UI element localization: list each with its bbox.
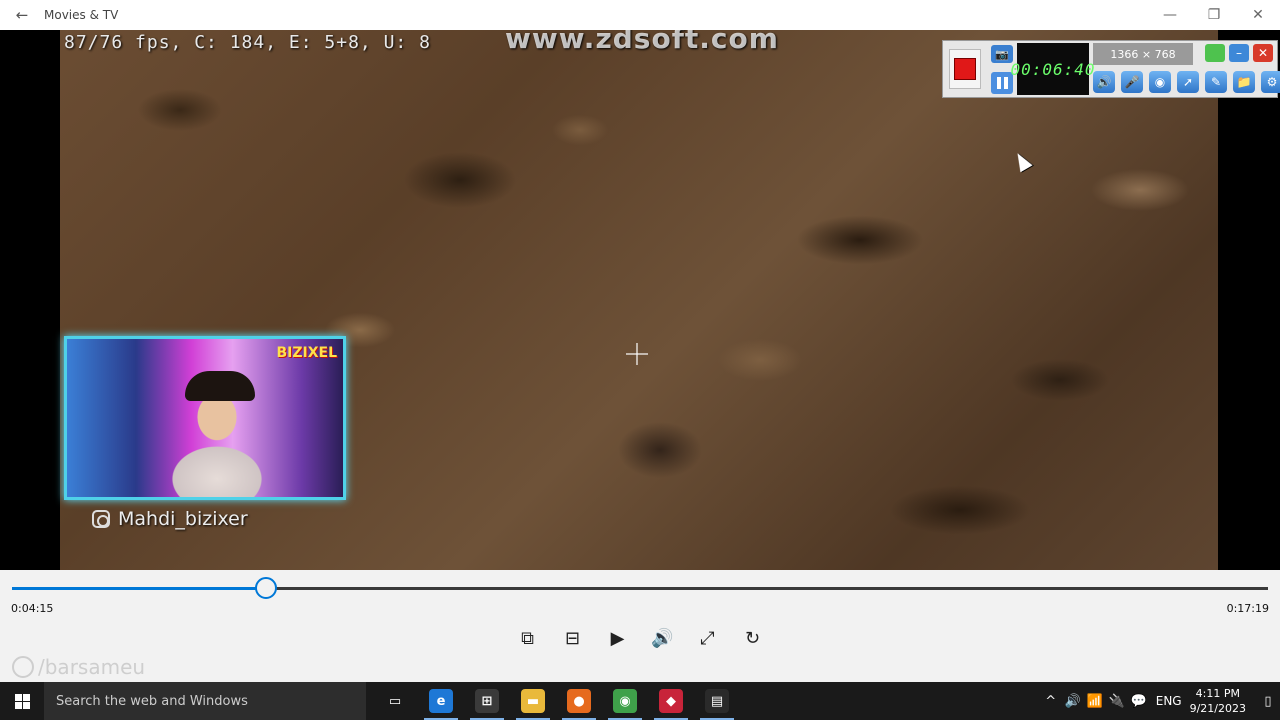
window-controls: — ❐ ✕: [1148, 0, 1280, 30]
webcam-icon[interactable]: ◉: [1149, 71, 1171, 93]
store-icon: ⊞: [475, 689, 499, 713]
pinned-apps: ▭ e ⊞ ▬ ● ◉ ◆ ▤: [372, 682, 740, 720]
pause-icon: [996, 77, 1001, 89]
window-title: Movies & TV: [44, 8, 119, 22]
minimize-icon: —: [1163, 7, 1177, 23]
webcam-logo-text: BIZIXEL: [276, 345, 337, 361]
repeat-button[interactable]: ↻: [741, 624, 765, 652]
title-bar: ← Movies & TV — ❐ ✕: [0, 0, 1280, 30]
movies-tv-window: ← Movies & TV — ❐ ✕ 87/76 fps, C: 184, E…: [0, 0, 1280, 682]
record-resolution: 1366 × 768: [1093, 43, 1193, 65]
microphone-icon[interactable]: 🎤: [1121, 71, 1143, 93]
taskbar-app-button[interactable]: ⊞: [464, 682, 510, 720]
instagram-icon: [92, 510, 110, 528]
firefox-icon: ●: [567, 689, 591, 713]
stop-record-button[interactable]: [949, 49, 981, 89]
language-indicator[interactable]: ENG: [1156, 694, 1182, 708]
windows-logo-icon: [14, 693, 30, 709]
network-icon[interactable]: 📶: [1084, 694, 1106, 709]
movies-tv-icon: ▤: [705, 689, 729, 713]
speaker-icon[interactable]: 🔊: [1093, 71, 1115, 93]
current-time: 0:04:15: [11, 602, 54, 615]
recorder-close-button[interactable]: ✕: [1253, 44, 1273, 62]
close-icon: ✕: [1252, 7, 1264, 23]
volume-tray-icon[interactable]: 🔊: [1062, 694, 1084, 709]
fullscreen-button[interactable]: ⤢: [696, 624, 720, 652]
taskbar-app-button[interactable]: ▬: [510, 682, 556, 720]
aspect-ratio-icon: ⊟: [564, 627, 581, 649]
folder-icon[interactable]: 📁: [1233, 71, 1255, 93]
close-button[interactable]: ✕: [1236, 0, 1280, 30]
chrome-icon: ◉: [613, 689, 637, 713]
app-red-icon: ◆: [659, 689, 683, 713]
repeat-icon: ↻: [744, 627, 761, 649]
record-timer: 00:06:40: [1010, 43, 1095, 95]
screen-recorder-toolbar: 📷 00:06:40 1366 × 768 – ✕ 🔊 🎤 ◉ ➚ ✎ 📁 ⚙: [942, 40, 1280, 98]
recorder-minimize-button[interactable]: –: [1229, 44, 1249, 62]
cursor-icon[interactable]: ➚: [1177, 71, 1199, 93]
taskbar: Search the web and Windows ▭ e ⊞ ▬ ● ◉ ◆ ▤ ^ 🔊 …: [0, 682, 1280, 720]
pen-icon[interactable]: ✎: [1205, 71, 1227, 93]
edge-icon: e: [429, 689, 453, 713]
restore-button[interactable]: ❐: [1192, 0, 1236, 30]
notification-center-icon[interactable]: ▯: [1256, 682, 1280, 720]
camera-icon: 📷: [995, 47, 1009, 61]
fullscreen-icon: ⤢: [700, 627, 715, 649]
taskbar-search[interactable]: Search the web and Windows: [44, 682, 366, 720]
taskbar-app-button[interactable]: ◆: [648, 682, 694, 720]
player-controls: ⧉ ⊟ ▶ 🔊 ⤢ ↻: [0, 624, 1280, 652]
clock-date: 9/21/2023: [1189, 702, 1246, 715]
fps-overlay: 87/76 fps, C: 184, E: 5+8, U: 8: [64, 32, 431, 53]
volume-button[interactable]: 🔊: [651, 624, 675, 652]
clock[interactable]: 4:11 PM 9/21/2023: [1190, 686, 1246, 716]
aspect-ratio-button[interactable]: ⊟: [561, 624, 585, 652]
clock-time: 4:11 PM: [1195, 687, 1240, 700]
volume-icon: 🔊: [651, 627, 674, 649]
zdsoft-watermark: www.zdsoft.com: [505, 30, 779, 55]
settings-icon[interactable]: ⚙: [1261, 71, 1280, 93]
taskbar-app-button[interactable]: ◉: [602, 682, 648, 720]
webcam-overlay: BIZIXEL: [64, 336, 346, 500]
handle-text: Mahdi_bizixer: [118, 508, 248, 530]
file-explorer-icon: ▬: [521, 689, 545, 713]
recorder-region-button[interactable]: [1205, 44, 1225, 62]
back-button[interactable]: ←: [0, 0, 44, 30]
watermark-text: /barsameu: [38, 655, 146, 679]
watermark-logo-icon: [12, 656, 34, 678]
stop-icon: [954, 58, 976, 80]
minimize-button[interactable]: —: [1148, 0, 1192, 30]
message-icon[interactable]: 💬: [1128, 694, 1150, 709]
cast-icon: ⧉: [521, 627, 534, 649]
taskbar-app-button[interactable]: ●: [556, 682, 602, 720]
taskbar-app-button[interactable]: e: [418, 682, 464, 720]
total-time: 0:17:19: [1226, 602, 1269, 615]
recorder-window-controls: – ✕: [1205, 44, 1273, 62]
back-arrow-icon: ←: [15, 6, 29, 24]
play-button[interactable]: ▶: [606, 624, 630, 652]
tray-overflow-icon[interactable]: ^: [1040, 694, 1062, 709]
crosshair-icon: [626, 343, 648, 365]
task-view-icon: ▭: [383, 689, 407, 713]
seek-thumb[interactable]: [255, 577, 278, 599]
seek-progress: [12, 587, 267, 590]
taskbar-app-button[interactable]: ▤: [694, 682, 740, 720]
recorder-tools: 🔊 🎤 ◉ ➚ ✎ 📁 ⚙: [1093, 71, 1280, 93]
streamer-hair: [185, 371, 255, 401]
taskbar-app-button[interactable]: ▭: [372, 682, 418, 720]
search-placeholder: Search the web and Windows: [56, 693, 248, 709]
bottom-watermark: /barsameu: [12, 655, 145, 679]
start-button[interactable]: [0, 682, 44, 720]
system-tray: ^ 🔊 📶 🔌 💬 ENG 4:11 PM 9/21/2023 ▯: [1040, 682, 1280, 720]
seek-bar[interactable]: [12, 577, 1268, 599]
streamer-handle: Mahdi_bizixer: [92, 508, 248, 530]
cast-button[interactable]: ⧉: [516, 624, 540, 652]
play-icon: ▶: [610, 627, 625, 649]
power-icon[interactable]: 🔌: [1106, 694, 1128, 709]
restore-icon: ❐: [1207, 7, 1221, 23]
video-surface[interactable]: 87/76 fps, C: 184, E: 5+8, U: 8 www.zdso…: [0, 30, 1280, 570]
